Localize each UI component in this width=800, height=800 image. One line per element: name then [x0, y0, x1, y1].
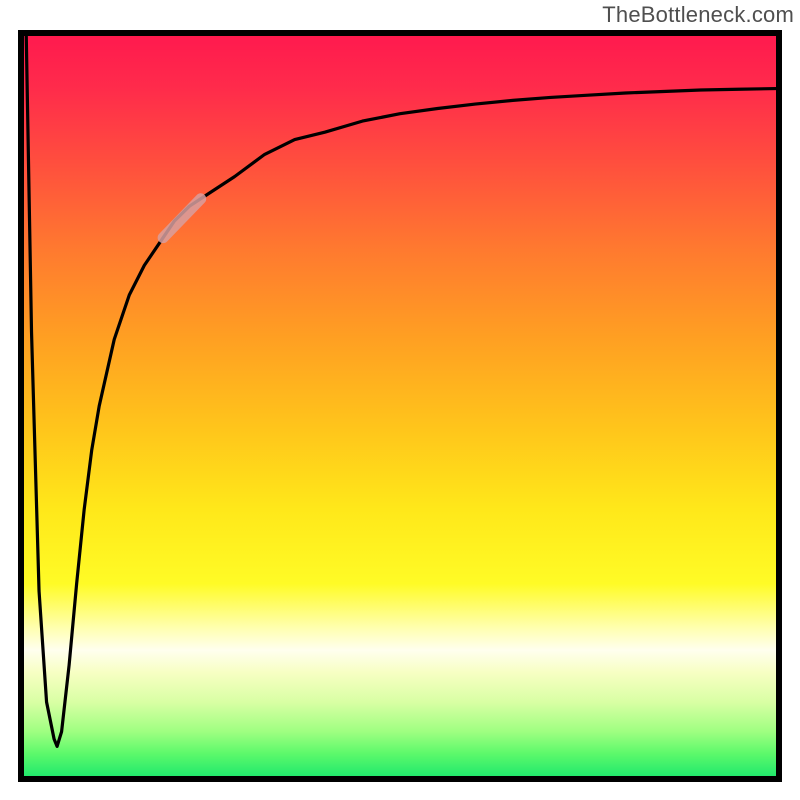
bottleneck-curve	[26, 36, 776, 746]
chart-svg	[24, 36, 776, 776]
watermark-text: TheBottleneck.com	[602, 2, 794, 28]
chart-frame	[18, 30, 782, 782]
curve-highlight-segment	[163, 199, 201, 238]
